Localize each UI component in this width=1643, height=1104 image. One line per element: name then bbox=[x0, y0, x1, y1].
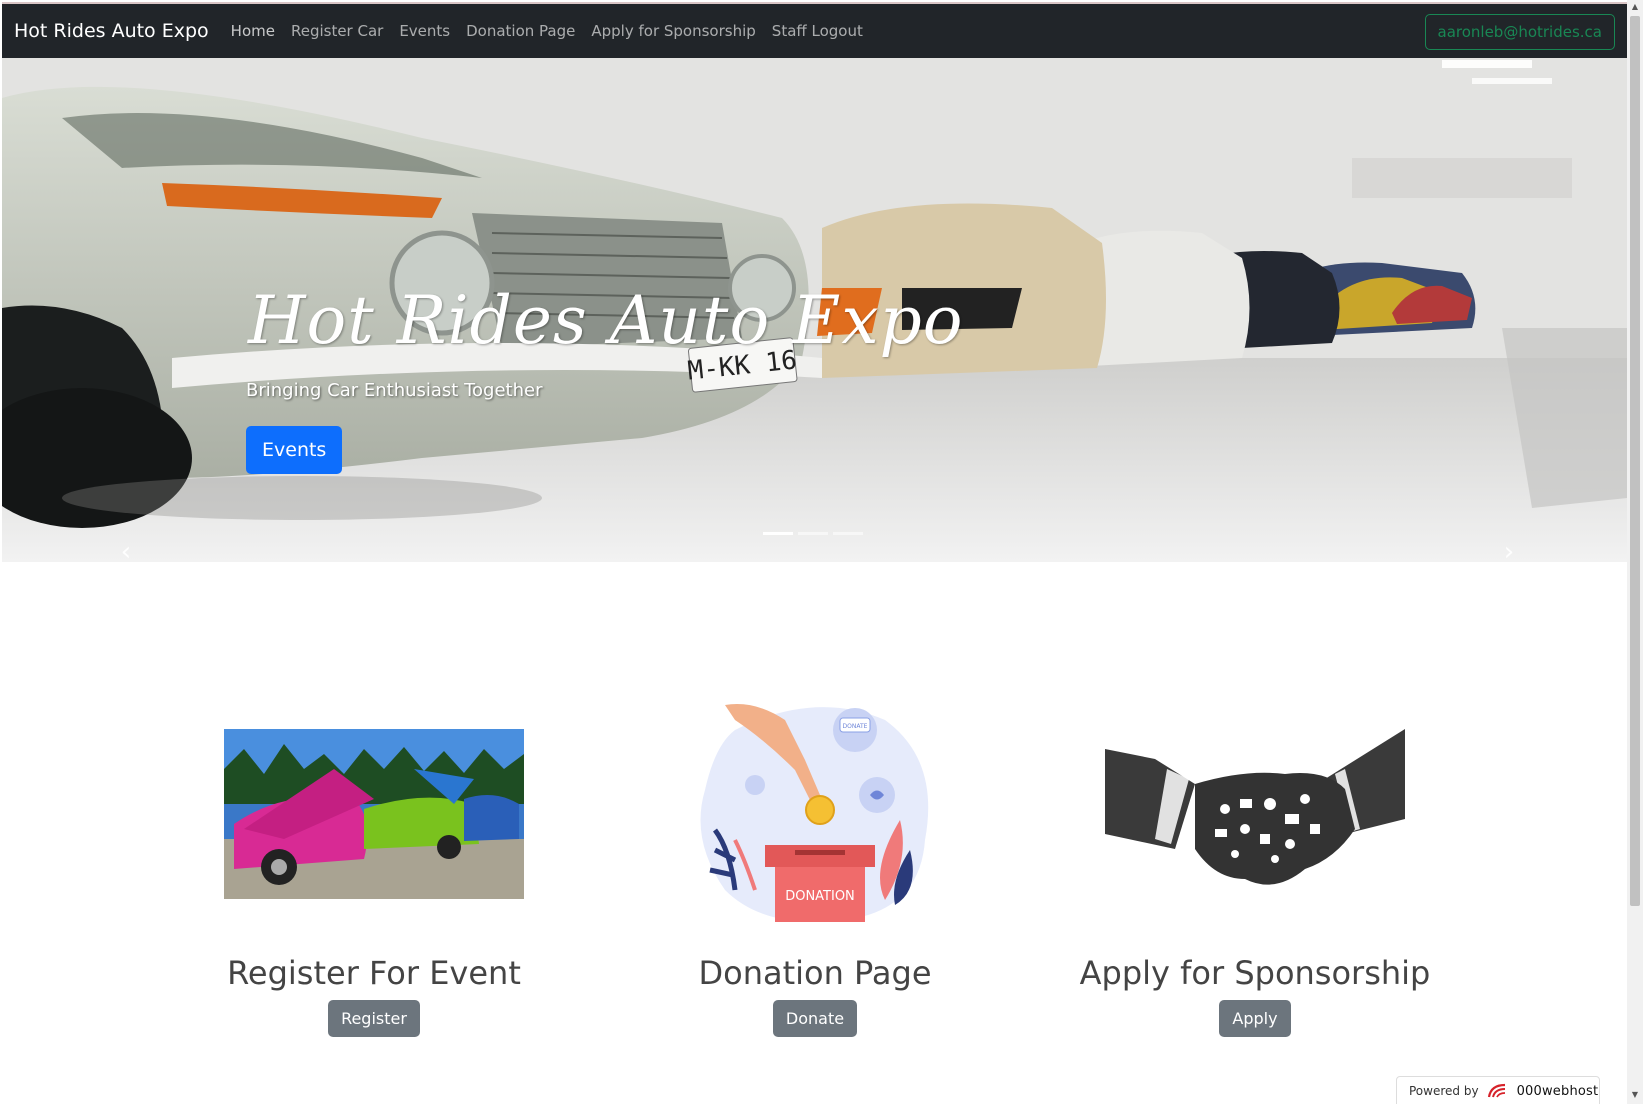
svg-text:DONATE: DONATE bbox=[843, 723, 868, 730]
host-name: 000webhost bbox=[1516, 1083, 1599, 1099]
hero-subtitle: Bringing Car Enthusiast Together bbox=[246, 380, 543, 401]
carousel-next-icon[interactable]: › bbox=[1499, 539, 1519, 562]
nav-link-donation-page[interactable]: Donation Page bbox=[466, 22, 575, 40]
nav-links: Home Register Car Events Donation Page A… bbox=[231, 22, 863, 40]
donation-heading: Donation Page bbox=[698, 954, 932, 992]
carousel-indicator-1[interactable] bbox=[763, 532, 793, 535]
register-event-image-wrap bbox=[164, 700, 584, 928]
powered-by-label: Powered by bbox=[1409, 1084, 1479, 1098]
webhost-logo-icon bbox=[1487, 1083, 1505, 1098]
hero-carousel: M-KK 16 Hot Rides Auto Expo Bringing Car… bbox=[2, 58, 1627, 562]
nav-link-staff-logout[interactable]: Staff Logout bbox=[772, 22, 863, 40]
carousel-indicators bbox=[763, 532, 863, 535]
scroll-up-icon[interactable]: ▲ bbox=[1630, 2, 1640, 14]
nav-link-apply-sponsorship[interactable]: Apply for Sponsorship bbox=[591, 22, 755, 40]
sponsorship-heading: Apply for Sponsorship bbox=[1079, 954, 1431, 992]
carousel-indicator-2[interactable] bbox=[798, 532, 828, 535]
top-navbar: Hot Rides Auto Expo Home Register Car Ev… bbox=[2, 2, 1627, 58]
svg-text:DONATION: DONATION bbox=[785, 889, 855, 904]
donate-button[interactable]: Donate bbox=[772, 1000, 858, 1037]
donation-box-image: DONATE DONATION bbox=[700, 704, 929, 922]
nav-link-events[interactable]: Events bbox=[399, 22, 450, 40]
handshake-icon bbox=[1105, 729, 1405, 885]
carousel-prev-icon[interactable]: ‹ bbox=[116, 539, 136, 562]
navbar-brand[interactable]: Hot Rides Auto Expo bbox=[14, 20, 209, 42]
scroll-down-icon[interactable]: ▼ bbox=[1630, 1090, 1640, 1102]
nav-link-home[interactable]: Home bbox=[231, 22, 275, 40]
scrollbar-thumb[interactable] bbox=[1630, 16, 1640, 906]
donation-image-wrap: DONATE DONATION bbox=[605, 700, 1025, 928]
nav-link-register-car[interactable]: Register Car bbox=[291, 22, 383, 40]
apply-button[interactable]: Apply bbox=[1219, 1000, 1291, 1037]
register-button[interactable]: Register bbox=[328, 1000, 420, 1037]
feature-sponsorship: Apply for Sponsorship Apply bbox=[1045, 700, 1465, 1037]
powered-by-badge[interactable]: Powered by 000webhost bbox=[1396, 1076, 1600, 1104]
hero-title: Hot Rides Auto Expo bbox=[248, 282, 964, 359]
register-event-heading: Register For Event bbox=[227, 954, 521, 992]
feature-register-event: Register For Event Register bbox=[164, 700, 584, 1037]
sponsorship-image-wrap bbox=[1045, 700, 1465, 928]
carousel-indicator-3[interactable] bbox=[833, 532, 863, 535]
hero-events-button[interactable]: Events bbox=[246, 426, 343, 474]
user-email-button[interactable]: aaronleb@hotrides.ca bbox=[1424, 14, 1615, 50]
feature-donation: DONATE DONATION Donation Page Donate bbox=[605, 700, 1025, 1037]
car-show-image bbox=[224, 729, 524, 899]
